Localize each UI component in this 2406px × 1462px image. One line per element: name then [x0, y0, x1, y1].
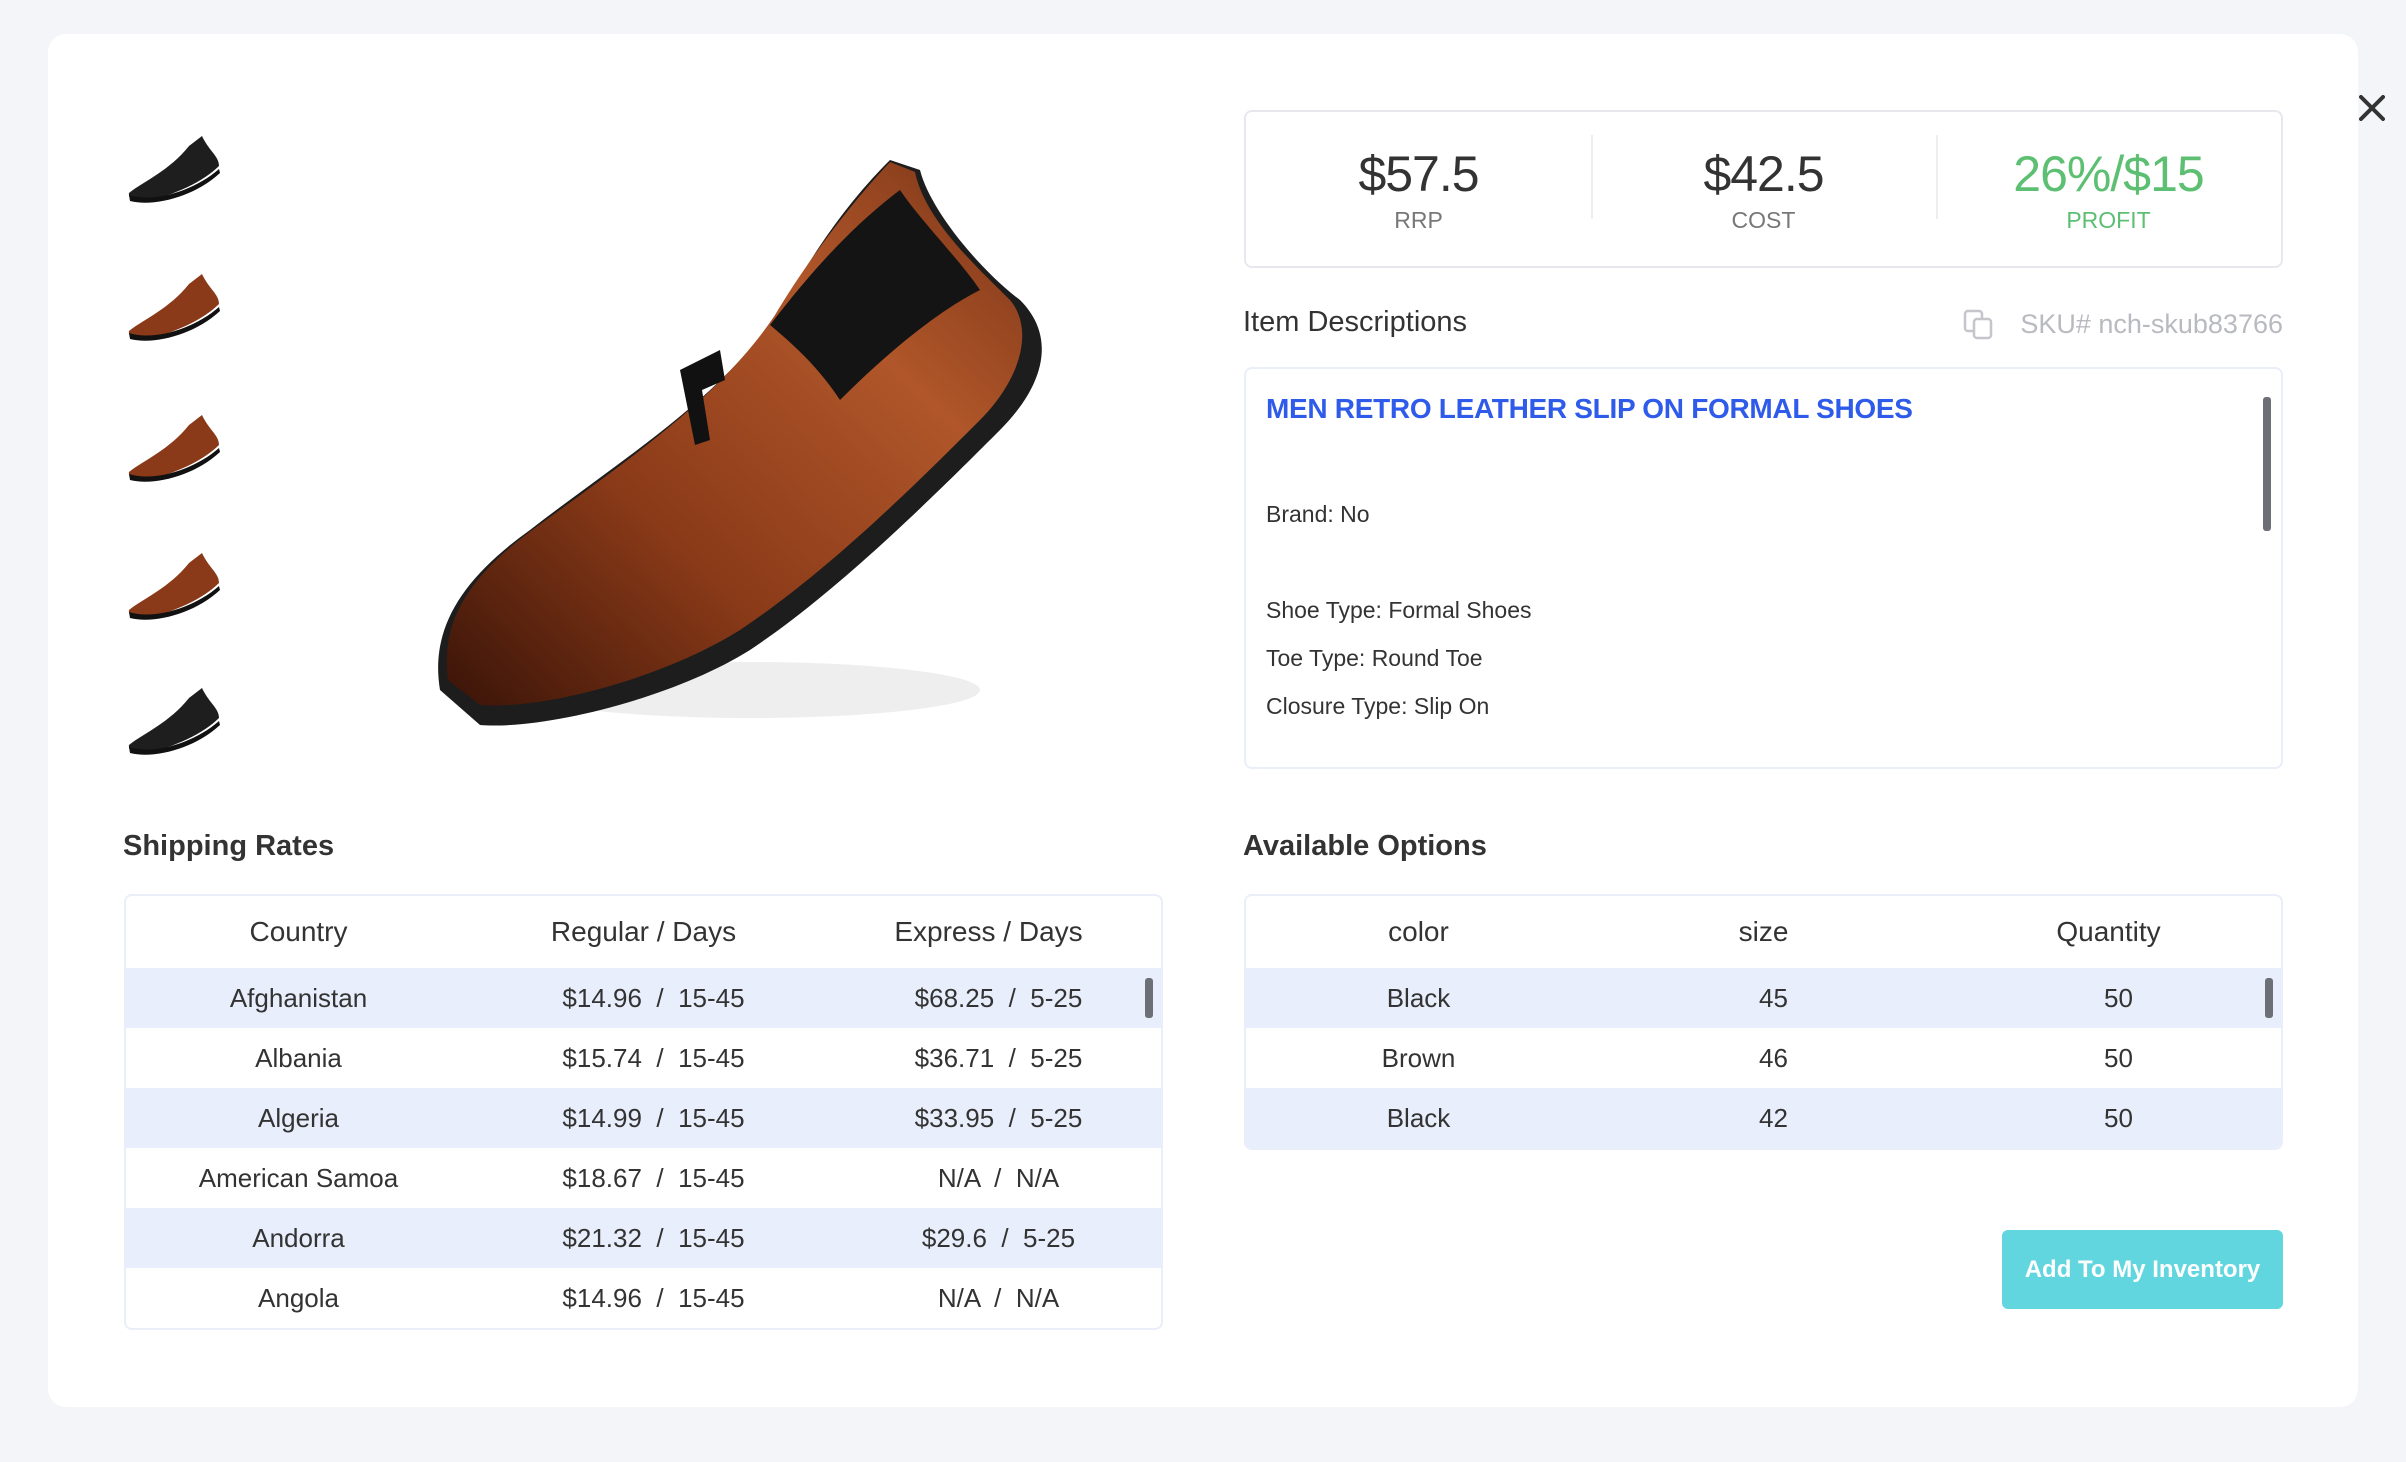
- cost: $42.5 COST: [1591, 134, 1936, 234]
- options-cell: Black: [1386, 1102, 1451, 1133]
- options-header-row: color size Quantity: [1246, 896, 2281, 968]
- shipping-cell: Algeria: [258, 1102, 339, 1133]
- options-cell: 46: [1759, 1042, 1788, 1073]
- options-scrollbar[interactable]: [2265, 978, 2273, 1018]
- rrp-label: RRP: [1394, 206, 1443, 233]
- options-cell: 50: [2104, 1042, 2133, 1073]
- table-row: Algeria $14.99 / 15-45 $33.95 / 5-25: [126, 1088, 1161, 1148]
- profit: 26%/$15 PROFIT: [1936, 134, 2281, 234]
- profit-value: 26%/$15: [2013, 145, 2204, 202]
- available-options-table: color size Quantity Black 45 50 Brown 46 50 Black…: [1244, 894, 2283, 1150]
- shipping-rates-heading: Shipping Rates: [123, 830, 335, 862]
- thumbnail-brown-shoe-angle[interactable]: [124, 249, 224, 349]
- shipping-column-header[interactable]: Country: [126, 916, 471, 948]
- shipping-cell: Albania: [255, 1042, 342, 1073]
- desc-line: Brand: No: [1266, 501, 1370, 527]
- copy-icon[interactable]: [1962, 308, 1994, 340]
- profit-label: PROFIT: [2066, 206, 2151, 233]
- shipping-cell: $33.95 / 5-25: [914, 1102, 1083, 1133]
- cost-label: COST: [1731, 206, 1796, 233]
- options-cell: 50: [2104, 982, 2133, 1013]
- shipping-cell: $36.71 / 5-25: [914, 1042, 1083, 1073]
- desc-line: Closure Type: Slip On: [1266, 693, 1490, 719]
- sku-text: SKU# nch-skub83766: [2020, 308, 2283, 339]
- shipping-cell: N/A / N/A: [937, 1162, 1060, 1193]
- table-row: Black 45 50: [1246, 968, 2281, 1028]
- options-cell: 45: [1759, 982, 1788, 1013]
- close-button[interactable]: [2350, 86, 2394, 130]
- options-column-header[interactable]: size: [1591, 916, 1936, 948]
- options-cell: 50: [2104, 1102, 2133, 1133]
- options-cell: Black: [1386, 982, 1451, 1013]
- thumbnail-brown-shoe-profile[interactable]: [124, 390, 224, 490]
- shipping-header-row: Country Regular / Days Express / Days: [126, 896, 1161, 968]
- shipping-scrollbar[interactable]: [1145, 978, 1153, 1018]
- sku: SKU# nch-skub83766: [1950, 308, 2283, 340]
- options-column-header[interactable]: color: [1246, 916, 1591, 948]
- add-to-inventory-button[interactable]: Add To My Inventory: [2002, 1230, 2283, 1309]
- table-row: Andorra $21.32 / 15-45 $29.6 / 5-25: [126, 1208, 1161, 1268]
- description-box: MEN RETRO LEATHER SLIP ON FORMAL SHOES B…: [1244, 367, 2283, 769]
- options-column-header[interactable]: Quantity: [1936, 916, 2281, 948]
- table-row: Afghanistan $14.96 / 15-45 $68.25 / 5-25: [126, 968, 1161, 1028]
- options-cell: 42: [1759, 1102, 1788, 1133]
- options-cell: Brown: [1381, 1042, 1456, 1073]
- rrp-value: $57.5: [1358, 145, 1479, 202]
- shipping-cell: Andorra: [252, 1222, 345, 1253]
- table-row: Brown 46 50: [1246, 1028, 2281, 1088]
- table-row: Angola $14.96 / 15-45 N/A / N/A: [126, 1268, 1161, 1328]
- product-title: MEN RETRO LEATHER SLIP ON FORMAL SHOES: [1266, 393, 1913, 424]
- close-icon: [2359, 95, 2385, 121]
- shipping-cell: Afghanistan: [229, 982, 368, 1013]
- shipping-column-header[interactable]: Express / Days: [816, 916, 1161, 948]
- price-summary: $57.5 RRP $42.5 COST 26%/$15 PROFIT: [1244, 110, 2283, 268]
- shipping-cell: $68.25 / 5-25: [914, 982, 1083, 1013]
- shipping-cell: $21.32 / 15-45: [562, 1222, 745, 1253]
- shipping-cell: American Samoa: [198, 1162, 399, 1193]
- thumbnail-black-shoe-pair[interactable]: [124, 663, 224, 763]
- description-scrollbar[interactable]: [2263, 397, 2271, 531]
- shipping-rates-table: Country Regular / Days Express / Days Afgha…: [124, 894, 1163, 1330]
- shipping-cell: $14.96 / 15-45: [562, 1282, 745, 1313]
- shipping-cell: $18.67 / 15-45: [562, 1162, 745, 1193]
- shipping-column-header[interactable]: Regular / Days: [471, 916, 816, 948]
- shipping-cell: Angola: [258, 1282, 339, 1313]
- shipping-cell: $14.99 / 15-45: [562, 1102, 745, 1133]
- thumbnail-black-shoe-side[interactable]: [124, 111, 224, 211]
- desc-line: Toe Type: Round Toe: [1266, 645, 1483, 671]
- rrp: $57.5 RRP: [1246, 145, 1591, 234]
- cost-value: $42.5: [1703, 145, 1824, 202]
- item-descriptions-heading: Item Descriptions: [1243, 306, 1468, 338]
- table-row: American Samoa $18.67 / 15-45 N/A / N/A: [126, 1148, 1161, 1208]
- table-row: Albania $15.74 / 15-45 $36.71 / 5-25: [126, 1028, 1161, 1088]
- shipping-cell: $29.6 / 5-25: [921, 1222, 1076, 1253]
- shipping-cell: $15.74 / 15-45: [562, 1042, 745, 1073]
- available-options-heading: Available Options: [1243, 830, 1487, 862]
- shipping-cell: $14.96 / 15-45: [562, 982, 745, 1013]
- shipping-cell: N/A / N/A: [937, 1282, 1060, 1313]
- thumbnail-brown-shoe-rear[interactable]: [124, 528, 224, 628]
- desc-line: Shoe Type: Formal Shoes: [1266, 597, 1532, 623]
- main-product-image: [420, 150, 1080, 760]
- table-row: Black 42 50: [1246, 1088, 2281, 1148]
